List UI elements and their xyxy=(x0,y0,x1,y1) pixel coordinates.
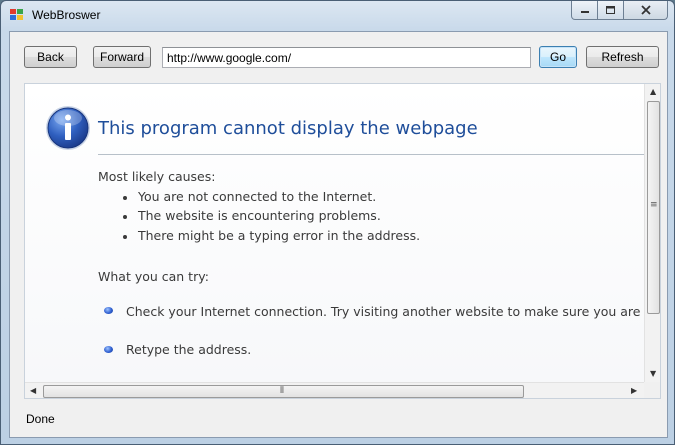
try-item: Check your Internet connection. Try visi… xyxy=(126,304,644,319)
refresh-button[interactable]: Refresh xyxy=(586,46,659,68)
minimize-button[interactable] xyxy=(571,1,598,20)
vertical-scrollbar[interactable]: ▲ ≡ ▼ xyxy=(644,84,660,382)
cause-item: There might be a typing error in the add… xyxy=(138,228,421,243)
divider xyxy=(98,154,644,155)
app-icon xyxy=(10,9,24,21)
scroll-left-icon[interactable]: ◀ xyxy=(30,386,36,395)
close-button[interactable] xyxy=(624,1,668,20)
blue-bullet-icon xyxy=(104,307,113,314)
client-area: Back Forward http://www.google.com/ Go R… xyxy=(9,31,668,438)
go-button[interactable]: Go xyxy=(539,46,577,68)
grip-icon: ⦀ xyxy=(280,386,284,396)
scroll-down-icon[interactable]: ▼ xyxy=(650,369,656,378)
address-input[interactable]: http://www.google.com/ xyxy=(162,47,531,68)
page-title: This program cannot display the webpage xyxy=(98,118,478,139)
cause-item: You are not connected to the Internet. xyxy=(138,189,377,204)
try-title: What you can try: xyxy=(98,269,209,284)
blue-bullet-icon xyxy=(104,346,113,353)
window-title: WebBroswer xyxy=(32,8,101,22)
maximize-button[interactable] xyxy=(598,1,624,20)
bullet-icon xyxy=(123,235,127,239)
grip-icon: ≡ xyxy=(650,200,658,210)
vertical-scroll-thumb[interactable]: ≡ xyxy=(647,101,660,314)
causes-title: Most likely causes: xyxy=(98,169,216,184)
cause-item: The website is encountering problems. xyxy=(138,208,381,223)
horizontal-scroll-thumb[interactable]: ⦀ xyxy=(43,385,524,398)
minimize-icon xyxy=(580,11,589,13)
browser-window: WebBroswer Back Forward http://www.googl… xyxy=(0,0,675,445)
forward-button[interactable]: Forward xyxy=(93,46,151,68)
scroll-up-icon[interactable]: ▲ xyxy=(650,87,656,96)
close-icon xyxy=(640,5,651,15)
bullet-icon xyxy=(123,215,127,219)
caption-buttons xyxy=(571,1,668,21)
status-text: Done xyxy=(26,412,55,426)
bullet-icon xyxy=(123,196,127,200)
try-item: Retype the address. xyxy=(126,342,252,357)
error-page: This program cannot display the webpage … xyxy=(25,84,644,382)
info-icon xyxy=(46,106,90,150)
title-bar[interactable]: WebBroswer xyxy=(1,1,674,29)
back-button[interactable]: Back xyxy=(24,46,77,68)
scrollbar-corner xyxy=(644,382,660,398)
web-browser-view[interactable]: This program cannot display the webpage … xyxy=(24,83,661,399)
maximize-icon xyxy=(606,6,615,14)
horizontal-scrollbar[interactable]: ◀ ⦀ ▶ xyxy=(25,382,644,398)
scroll-right-icon[interactable]: ▶ xyxy=(631,386,637,395)
